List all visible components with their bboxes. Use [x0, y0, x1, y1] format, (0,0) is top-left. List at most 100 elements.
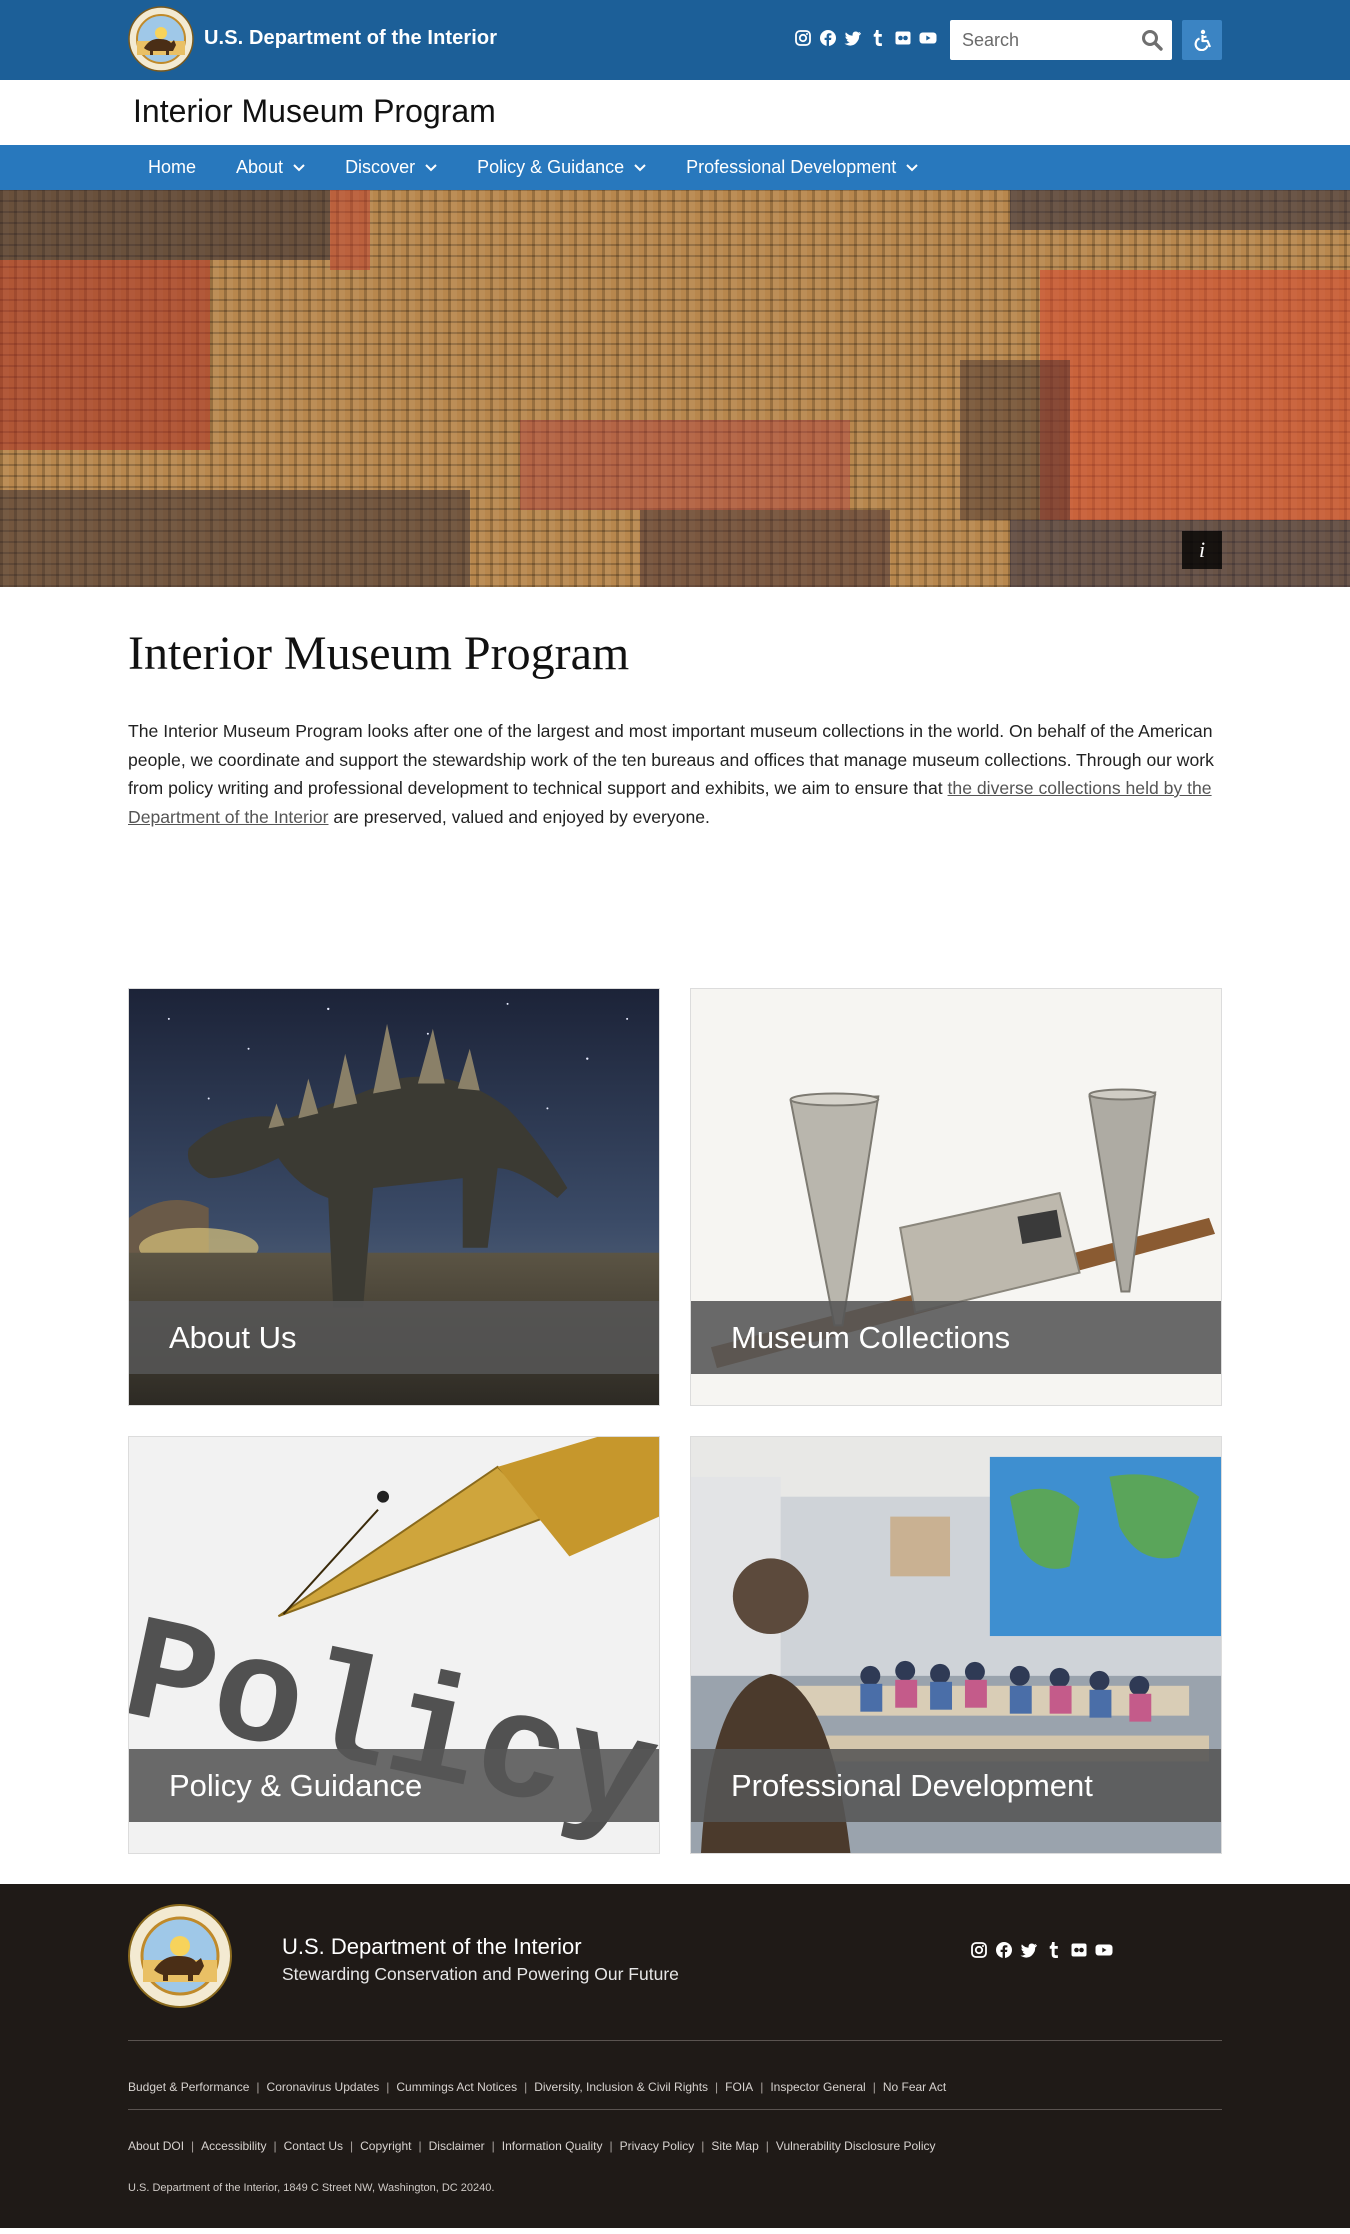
hero-weave-dark-block — [1010, 520, 1350, 587]
page-heading: Interior Museum Program — [128, 627, 630, 680]
youtube-icon[interactable] — [919, 29, 937, 47]
footer-link[interactable]: Coronavirus Updates — [267, 2080, 380, 2094]
footer-link[interactable]: Privacy Policy — [620, 2139, 695, 2153]
footer-link[interactable]: About DOI — [128, 2139, 184, 2153]
hero-banner-woven-basket-image: i — [0, 190, 1350, 587]
footer-links-row-2: About DOI | Accessibility | Contact Us | Co… — [128, 2139, 936, 2153]
hero-weave-dark-block — [0, 190, 330, 260]
nav-item-discover[interactable]: Discover — [325, 145, 457, 190]
facebook-icon[interactable] — [995, 1941, 1013, 1959]
footer-social-links — [970, 1941, 1113, 1959]
instagram-icon[interactable] — [794, 29, 812, 47]
link-separator: | — [765, 2139, 769, 2153]
accessibility-button[interactable] — [1182, 20, 1222, 60]
link-separator: | — [872, 2080, 876, 2094]
hero-weave-dark-block — [640, 510, 890, 587]
hero-weave-red-block — [1040, 270, 1350, 520]
hero-weave-red-block — [330, 190, 370, 270]
card-caption: Professional Development — [691, 1749, 1221, 1822]
link-separator: | — [701, 2139, 705, 2153]
card-museum-collections[interactable]: Museum Collections — [690, 988, 1222, 1406]
hero-weave-red-block — [1010, 190, 1350, 230]
intro-text-end: are preserved, valued and enjoyed by eve… — [328, 806, 710, 827]
footer-link[interactable]: Disclaimer — [429, 2139, 485, 2153]
tumblr-icon[interactable] — [1045, 1941, 1063, 1959]
chevron-down-icon — [293, 163, 305, 171]
link-separator: | — [350, 2139, 354, 2153]
nav-item-label: About — [236, 157, 284, 177]
flickr-icon[interactable] — [1070, 1941, 1088, 1959]
footer-link[interactable]: No Fear Act — [883, 2080, 946, 2094]
search-input[interactable] — [950, 20, 1130, 60]
footer-link[interactable]: Budget & Performance — [128, 2080, 249, 2094]
footer-address: U.S. Department of the Interior, 1849 C … — [128, 2182, 495, 2194]
footer-divider — [128, 2109, 1222, 2110]
nav-item-label: Discover — [345, 157, 416, 177]
search-box — [950, 20, 1172, 60]
link-separator: | — [715, 2080, 719, 2094]
nav-item-about[interactable]: About — [216, 145, 325, 190]
nav-item-label: Home — [148, 157, 197, 177]
card-professional-development[interactable]: Professional Development — [690, 1436, 1222, 1854]
hero-weave-red-block — [520, 420, 850, 510]
chevron-down-icon — [906, 163, 918, 171]
doi-seal-logo[interactable] — [128, 6, 194, 72]
footer-link[interactable]: Copyright — [360, 2139, 411, 2153]
tumblr-icon[interactable] — [869, 29, 887, 47]
footer-agency-name: U.S. Department of the Interior — [282, 1934, 582, 1959]
footer-tagline: Stewarding Conservation and Powering Our… — [282, 1964, 679, 1984]
site-title[interactable]: Interior Museum Program — [133, 93, 496, 130]
footer-link[interactable]: Contact Us — [284, 2139, 343, 2153]
link-separator: | — [491, 2139, 495, 2153]
footer-links-row-1: Budget & Performance | Coronavirus Update… — [128, 2080, 946, 2094]
nav-item-professional-development[interactable]: Professional Development — [666, 145, 938, 190]
accessibility-icon — [1194, 29, 1212, 51]
card-caption: Policy & Guidance — [129, 1749, 659, 1822]
link-separator: | — [418, 2139, 422, 2153]
facebook-icon[interactable] — [819, 29, 837, 47]
footer-link[interactable]: Cummings Act Notices — [396, 2080, 517, 2094]
twitter-icon[interactable] — [1020, 1941, 1038, 1959]
flickr-icon[interactable] — [894, 29, 912, 47]
link-separator: | — [273, 2139, 277, 2153]
twitter-icon[interactable] — [844, 29, 862, 47]
link-separator: | — [256, 2080, 260, 2094]
link-separator: | — [524, 2080, 528, 2094]
nav-item-home[interactable]: Home — [128, 145, 216, 190]
footer-link[interactable]: Site Map — [711, 2139, 758, 2153]
nav-item-label: Professional Development — [686, 157, 897, 177]
search-icon[interactable] — [1140, 28, 1164, 52]
hero-weave-dark-block — [960, 360, 1070, 520]
link-separator: | — [609, 2139, 613, 2153]
nav-item-label: Policy & Guidance — [477, 157, 625, 177]
footer-divider — [128, 2040, 1222, 2041]
instagram-icon[interactable] — [970, 1941, 988, 1959]
hero-info-button[interactable]: i — [1182, 531, 1222, 569]
footer-link[interactable]: Diversity, Inclusion & Civil Rights — [534, 2080, 708, 2094]
main-nav: Home About Discover Policy & Guidance Pr… — [0, 145, 1350, 190]
chevron-down-icon — [634, 163, 646, 171]
footer-link[interactable]: Accessibility — [201, 2139, 266, 2153]
link-separator: | — [760, 2080, 764, 2094]
link-separator: | — [386, 2080, 390, 2094]
page-bottom-edge — [0, 2228, 1350, 2234]
card-policy-guidance[interactable]: Policy Policy & Guidance — [128, 1436, 660, 1854]
card-about-us[interactable]: About Us — [128, 988, 660, 1406]
link-separator: | — [191, 2139, 195, 2153]
nav-item-policy-guidance[interactable]: Policy & Guidance — [457, 145, 666, 190]
chevron-down-icon — [425, 163, 437, 171]
doi-seal-logo[interactable] — [128, 1904, 232, 2008]
agency-name[interactable]: U.S. Department of the Interior — [204, 27, 497, 50]
card-caption: Museum Collections — [691, 1301, 1221, 1374]
footer-link[interactable]: Inspector General — [770, 2080, 865, 2094]
footer-link[interactable]: FOIA — [725, 2080, 753, 2094]
hero-weave-red-block — [0, 260, 210, 450]
top-bar: U.S. Department of the Interior — [0, 0, 1350, 80]
hero-weave-dark-block — [0, 490, 470, 587]
site-footer: U.S. Department of the Interior Stewardi… — [0, 1884, 1350, 2234]
youtube-icon[interactable] — [1095, 1941, 1113, 1959]
footer-link[interactable]: Information Quality — [502, 2139, 603, 2153]
social-links — [794, 29, 937, 47]
footer-link[interactable]: Vulnerability Disclosure Policy — [776, 2139, 936, 2153]
card-caption: About Us — [129, 1301, 659, 1374]
